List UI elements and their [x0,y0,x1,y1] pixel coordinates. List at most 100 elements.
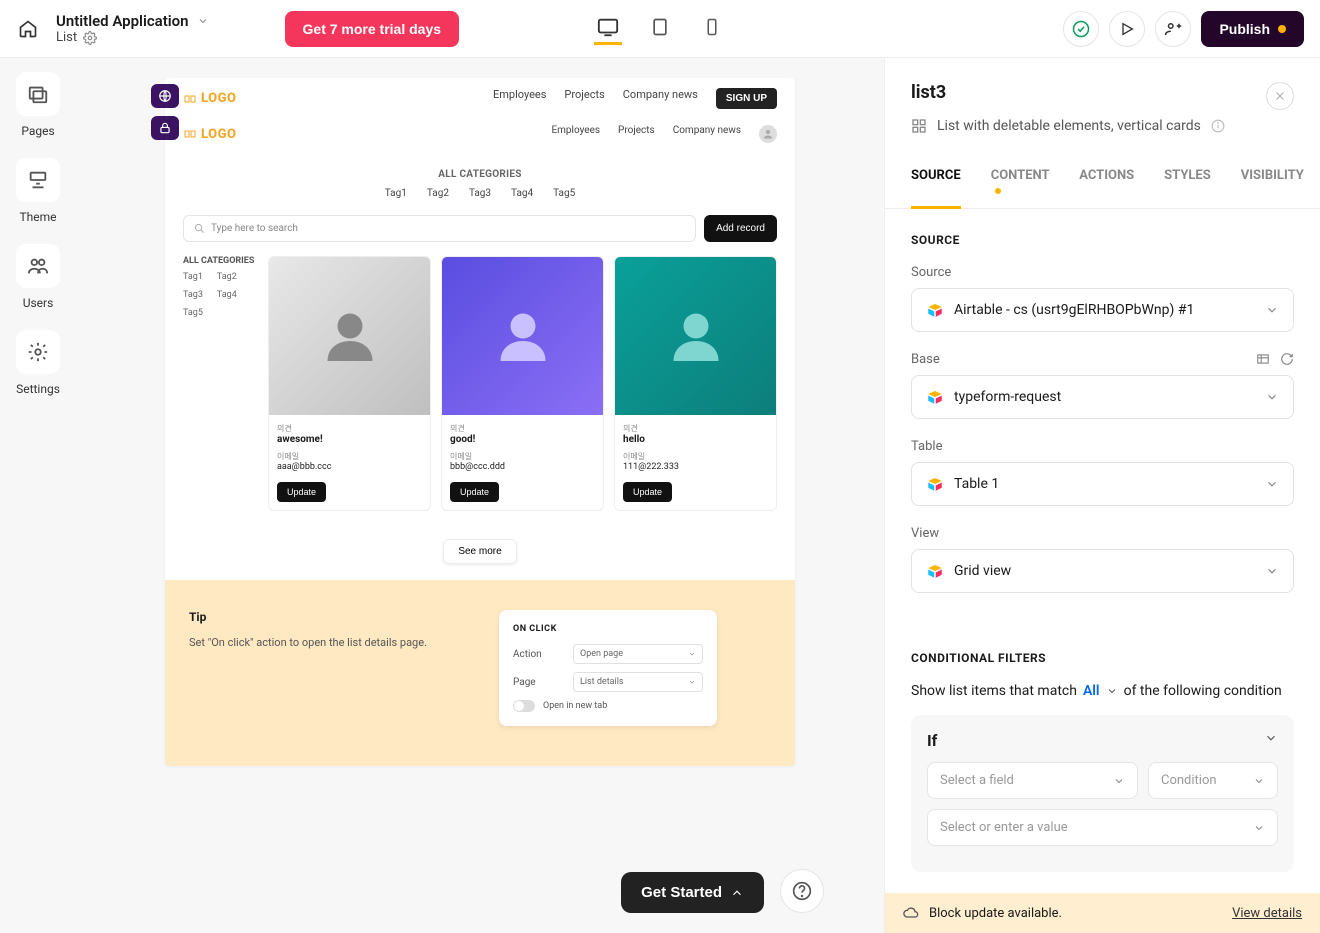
cond-all-dropdown[interactable]: All [1083,683,1100,699]
share-button[interactable] [1155,11,1191,47]
device-switcher [594,13,726,45]
publish-button[interactable]: Publish [1201,11,1304,47]
tab-content[interactable]: CONTENT [991,158,1050,208]
source-label: Source [911,265,951,280]
trial-button[interactable]: Get 7 more trial days [285,11,460,47]
side-tag[interactable]: Tag2 [217,272,237,282]
preview-button[interactable] [1109,11,1145,47]
tip-section: Tip Set "On click" action to open the li… [165,580,795,766]
help-button[interactable] [780,869,824,913]
see-more-button[interactable]: See more [443,539,516,564]
close-panel-button[interactable] [1266,82,1294,110]
tag[interactable]: Tag4 [511,188,533,199]
sidebar-item-theme[interactable]: Theme [16,158,60,224]
card-email: bbb@ccc.ddd [450,462,595,472]
sidebar-item-settings[interactable]: Settings [16,330,60,396]
grid-icon [911,118,927,134]
tab-actions[interactable]: ACTIONS [1079,158,1134,208]
chevron-down-icon [1106,685,1118,697]
info-icon[interactable] [1211,119,1225,133]
card-email: aaa@bbb.ccc [277,462,422,472]
nav-projects[interactable]: Projects [564,88,604,109]
tip-page-select[interactable]: List details [573,672,703,692]
device-mobile[interactable] [698,13,726,45]
side-tag[interactable]: Tag4 [217,290,237,300]
side-tag[interactable]: Tag5 [183,308,203,318]
chevron-down-icon[interactable] [197,15,209,27]
table-icon[interactable] [1256,352,1270,366]
tag[interactable]: Tag1 [385,188,407,199]
cond-post-text: of the following condition [1124,683,1282,699]
add-record-button[interactable]: Add record [704,215,777,242]
view-details-link[interactable]: View details [1232,906,1302,921]
base-label: Base [911,352,940,367]
update-banner: Block update available. View details [885,893,1320,933]
open-new-tab-toggle[interactable] [513,700,535,712]
sidebar-item-users[interactable]: Users [16,244,60,310]
device-tablet[interactable] [646,13,674,45]
update-button[interactable]: Update [277,482,326,502]
cond-pre-text: Show list items that match [911,683,1077,699]
nav-news[interactable]: Company news [623,88,698,109]
nav2-employees[interactable]: Employees [551,125,600,143]
list-card[interactable]: 의견 good! 이메일 bbb@ccc.ddd Update [441,256,604,511]
topbar: Untitled Application List Get 7 more tri… [0,0,1320,58]
side-tag[interactable]: Tag1 [183,272,203,282]
device-desktop[interactable] [594,13,622,45]
if-label: If [927,731,937,750]
tip-action-select[interactable]: Open page [573,644,703,664]
page-badge-globe[interactable] [151,84,179,108]
nav-employees[interactable]: Employees [493,88,546,109]
content-dot-icon [995,188,1001,194]
card-label: 의견 [450,423,595,434]
side-tag[interactable]: Tag3 [183,290,203,300]
block-title: list3 [911,82,946,103]
card-image [442,257,603,415]
update-button[interactable]: Update [623,482,672,502]
publish-label: Publish [1219,21,1270,37]
cond-field-select[interactable]: Select a field [927,762,1138,799]
tag[interactable]: Tag5 [553,188,575,199]
nav2-projects[interactable]: Projects [618,125,655,143]
all-categories-heading: ALL CATEGORIES [165,149,795,188]
refresh-icon[interactable] [1280,352,1294,366]
tab-styles[interactable]: STYLES [1164,158,1211,208]
home-button[interactable] [16,17,40,41]
tip-action-label: Action [513,649,573,660]
airtable-icon [926,388,944,406]
chevron-down-icon[interactable] [1264,731,1278,745]
get-started-button[interactable]: Get Started [621,872,764,913]
cloud-icon [903,905,919,921]
preview-canvas[interactable]: LOGO Employees Projects Company news SIG… [165,78,795,766]
nav2-news[interactable]: Company news [673,125,741,143]
airtable-icon [926,475,944,493]
tab-visibility[interactable]: VISIBILITY [1241,158,1304,208]
list-card[interactable]: 의견 awesome! 이메일 aaa@bbb.ccc Update [268,256,431,511]
update-button[interactable]: Update [450,482,499,502]
view-select[interactable]: Grid view [911,549,1294,593]
tab-source[interactable]: SOURCE [911,158,961,208]
top-tags: Tag1 Tag2 Tag3 Tag4 Tag5 [165,188,795,215]
canvas-area: LOGO Employees Projects Company news SIG… [76,58,884,933]
card-label: 이메일 [623,451,768,462]
card-image [269,257,430,415]
cond-condition-select[interactable]: Condition [1148,762,1278,799]
source-select[interactable]: Airtable - cs (usrt9gElRHBOPbWnp) #1 [911,288,1294,332]
signup-button[interactable]: SIGN UP [716,88,777,109]
list-card[interactable]: 의견 hello 이메일 111@222.333 Update [614,256,777,511]
tag[interactable]: Tag2 [427,188,449,199]
gear-icon[interactable] [83,31,97,45]
cond-value-input[interactable]: Select or enter a value [927,809,1278,846]
side-cat-heading: ALL CATEGORIES [183,256,258,266]
sidebar-item-pages[interactable]: Pages [16,72,60,138]
tag[interactable]: Tag3 [469,188,491,199]
block-subtitle: List with deletable elements, vertical c… [937,118,1201,134]
status-check-button[interactable] [1063,11,1099,47]
avatar-icon[interactable] [759,125,777,143]
page-badge-lock[interactable] [151,116,179,140]
base-select[interactable]: typeform-request [911,375,1294,419]
search-placeholder: Type here to search [211,223,298,234]
open-new-tab-label: Open in new tab [543,701,607,711]
table-select[interactable]: Table 1 [911,462,1294,506]
search-input[interactable]: Type here to search [183,215,696,242]
